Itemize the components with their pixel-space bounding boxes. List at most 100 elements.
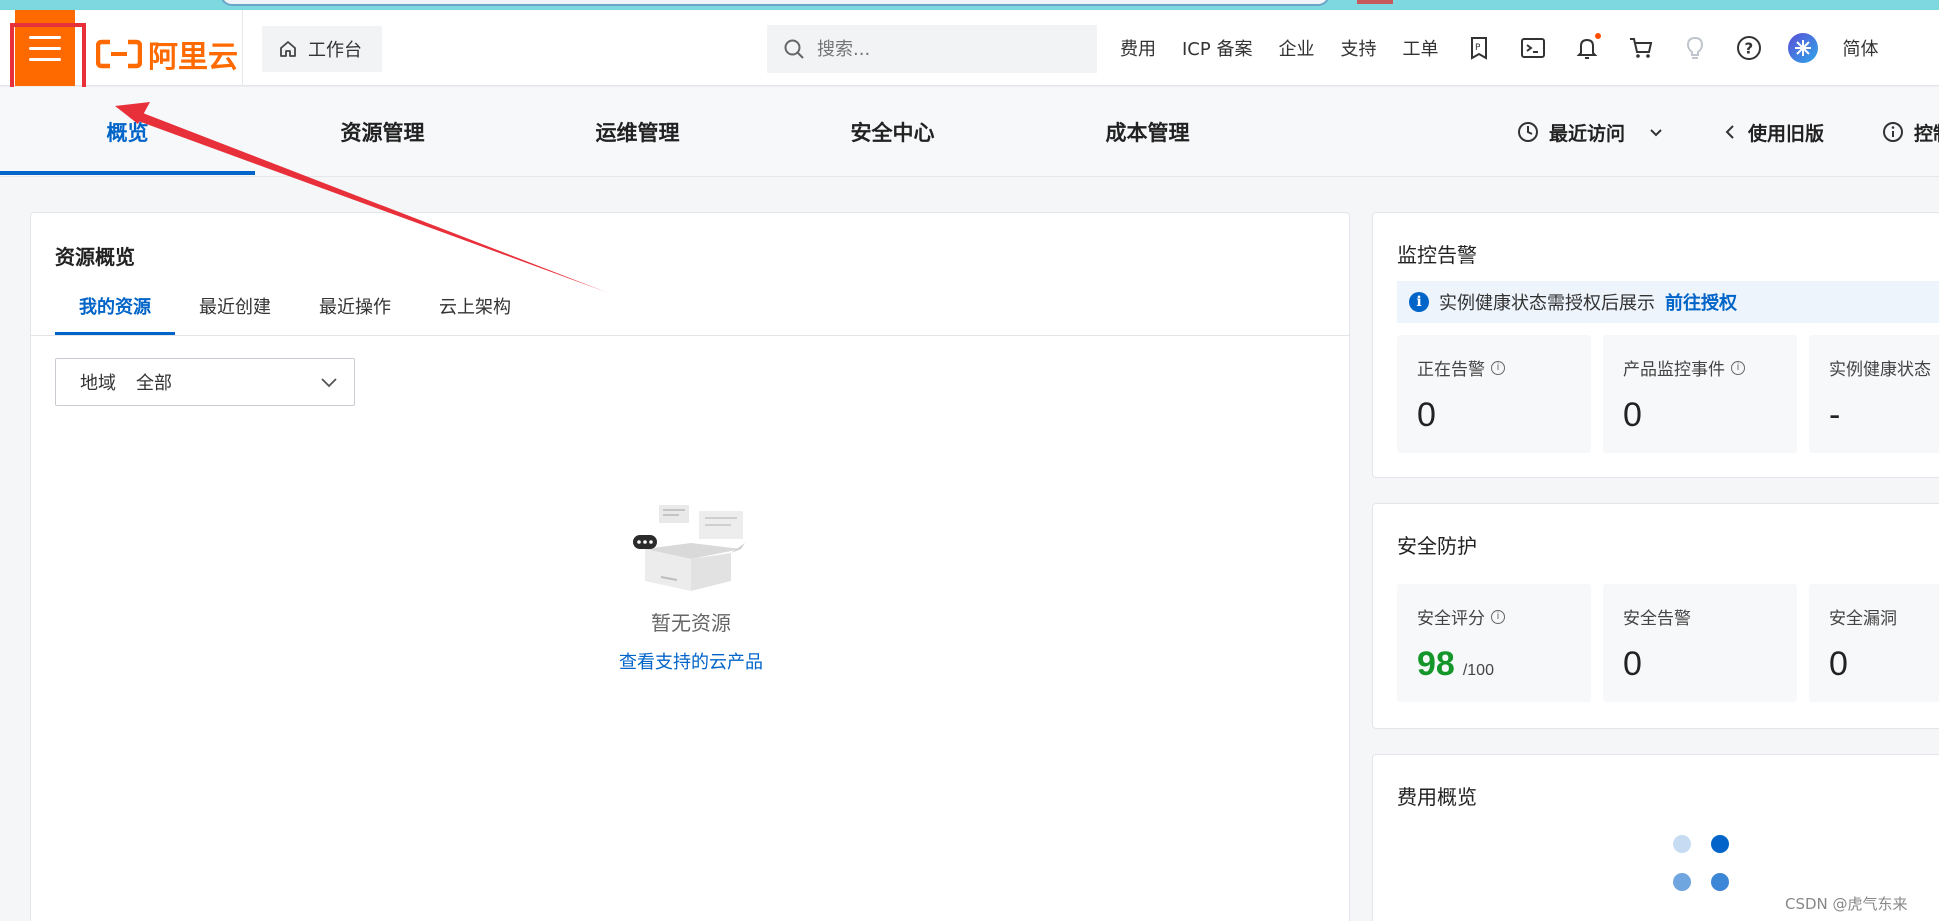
stat-label: 产品监控事件	[1623, 360, 1725, 380]
chevron-down-icon	[321, 378, 337, 388]
auth-info-bar: i 实例健康状态需授权后展示 前往授权	[1397, 281, 1939, 323]
old-version-label: 使用旧版	[1748, 122, 1825, 145]
nav-support[interactable]: 支持	[1340, 35, 1376, 61]
active-tab-underline	[0, 171, 255, 175]
main-nav: 概览 资源管理 运维管理 安全中心 成本管理 最近访问 使用旧版 控制	[0, 87, 1939, 177]
subtab-my-resources[interactable]: 我的资源	[55, 293, 175, 335]
search-box[interactable]	[767, 25, 1097, 73]
tab-security-center[interactable]: 安全中心	[765, 87, 1020, 177]
empty-box-illustration	[633, 505, 745, 591]
stat-instance-health[interactable]: 实例健康状态 -	[1809, 335, 1939, 453]
stat-product-events[interactable]: 产品监控事件 i 0	[1603, 335, 1797, 453]
empty-message: 暂无资源	[651, 611, 731, 635]
stat-security-alerts[interactable]: 安全告警 0	[1603, 584, 1797, 702]
search-input[interactable]	[817, 38, 1057, 60]
region-value: 全部	[136, 373, 172, 394]
nav-enterprise[interactable]: 企业	[1278, 35, 1314, 61]
home-icon	[280, 41, 296, 57]
menu-bar-icon	[29, 35, 61, 39]
stat-label: 安全评分	[1417, 609, 1485, 629]
help-icon[interactable]: ?	[1734, 33, 1764, 63]
info-icon: i	[1409, 292, 1429, 312]
subtab-recent-operations[interactable]: 最近操作	[295, 293, 415, 335]
cart-icon[interactable]	[1626, 33, 1656, 63]
tab-cost-management[interactable]: 成本管理	[1020, 87, 1275, 177]
header-nav: 费用 ICP 备案 企业 支持 工单 P ? 简体	[1120, 10, 1904, 86]
stat-alerting[interactable]: 正在告警 i 0	[1397, 335, 1591, 453]
auth-info-text: 实例健康状态需授权后展示	[1439, 293, 1655, 314]
region-select[interactable]: 地域 全部	[55, 358, 355, 406]
nav-ticket[interactable]: 工单	[1402, 35, 1438, 61]
security-score-suffix: /100	[1462, 662, 1494, 679]
browser-tab-strip	[0, 0, 1939, 10]
resource-overview-card: 资源概览 我的资源 最近创建 最近操作 云上架构 地域 全部 暂无资源 查看支持…	[30, 212, 1350, 921]
info-icon[interactable]: i	[1731, 360, 1745, 375]
search-icon	[784, 39, 804, 59]
stat-label: 实例健康状态	[1829, 360, 1931, 380]
tab-overview[interactable]: 概览	[0, 87, 255, 177]
header-divider	[242, 10, 243, 86]
browser-address-bar	[220, 0, 1330, 6]
stat-value: 98/100	[1417, 645, 1591, 684]
hamburger-menu-button[interactable]	[15, 10, 75, 86]
recent-visits-label: 最近访问	[1549, 122, 1626, 145]
stat-value: 0	[1623, 396, 1642, 434]
monitoring-title: 监控告警	[1397, 243, 1477, 267]
stat-value: 0	[1829, 645, 1848, 683]
control-label: 控制	[1914, 122, 1939, 145]
svg-text:P: P	[1475, 43, 1481, 53]
authorize-link[interactable]: 前往授权	[1665, 289, 1737, 315]
stat-label: 安全漏洞	[1829, 609, 1897, 629]
stat-security-score[interactable]: 安全评分 i 98/100	[1397, 584, 1591, 702]
stat-value: 0	[1623, 645, 1642, 683]
browser-tab-marker	[1357, 0, 1393, 4]
menu-bar-icon	[29, 46, 61, 50]
stat-value: 0	[1417, 396, 1436, 434]
tab-resource-management[interactable]: 资源管理	[255, 87, 510, 177]
ai-assistant-icon[interactable]: P	[1464, 33, 1494, 63]
subtab-divider	[31, 335, 1349, 336]
aliyun-logo-icon	[96, 39, 142, 69]
nav-fee[interactable]: 费用	[1120, 35, 1156, 61]
menu-bar-icon	[29, 57, 61, 61]
info-icon[interactable]: i	[1491, 609, 1505, 624]
info-icon	[1883, 122, 1903, 142]
chevron-down-icon	[1650, 129, 1662, 137]
info-icon[interactable]: i	[1491, 360, 1505, 375]
top-header: 阿里云 工作台 费用 ICP 备案 企业 支持 工单 P	[0, 10, 1939, 86]
control-info-button[interactable]: 控制	[1882, 87, 1939, 177]
svg-text:?: ?	[1745, 40, 1754, 58]
empty-state: 暂无资源 查看支持的云产品	[31, 503, 1351, 674]
monitoring-alert-card: 监控告警 i 实例健康状态需授权后展示 前往授权 正在告警 i 0 产品监控事件 i…	[1372, 212, 1939, 478]
use-old-version-button[interactable]: 使用旧版	[1722, 87, 1824, 177]
security-protection-card: 安全防护 安全评分 i 98/100 安全告警 0 安全漏洞 0	[1372, 503, 1939, 729]
loading-spinner-icon	[1673, 835, 1733, 895]
region-label: 地域	[80, 373, 116, 394]
aliyun-logo[interactable]: 阿里云	[96, 32, 238, 76]
stat-value: -	[1829, 396, 1841, 434]
user-avatar[interactable]	[1788, 33, 1819, 63]
clock-icon	[1518, 122, 1538, 142]
language-switch[interactable]: 简体	[1842, 35, 1878, 61]
workbench-label: 工作台	[308, 40, 362, 61]
supported-products-link[interactable]: 查看支持的云产品	[619, 648, 763, 674]
stat-security-vulns[interactable]: 安全漏洞 0	[1809, 584, 1939, 702]
watermark: CSDN @虎气东来	[1785, 895, 1908, 913]
chevron-left-icon	[1725, 125, 1734, 139]
bell-icon[interactable]	[1572, 33, 1602, 63]
terminal-icon[interactable]	[1518, 33, 1548, 63]
logo-text: 阿里云	[148, 40, 238, 75]
lightbulb-icon[interactable]	[1680, 33, 1710, 63]
notification-dot	[1595, 33, 1602, 39]
subtab-cloud-architecture[interactable]: 云上架构	[415, 293, 535, 335]
nav-icp[interactable]: ICP 备案	[1182, 35, 1252, 61]
security-score-value: 98	[1417, 645, 1455, 683]
resource-overview-title: 资源概览	[55, 245, 135, 269]
resource-subtabs: 我的资源 最近创建 最近操作 云上架构	[55, 293, 535, 335]
workbench-button[interactable]: 工作台	[262, 26, 382, 72]
tab-ops-management[interactable]: 运维管理	[510, 87, 765, 177]
recent-visits-dropdown[interactable]: 最近访问	[1517, 87, 1665, 177]
stat-label: 正在告警	[1417, 360, 1485, 380]
subtab-recently-created[interactable]: 最近创建	[175, 293, 295, 335]
security-title: 安全防护	[1397, 534, 1477, 558]
